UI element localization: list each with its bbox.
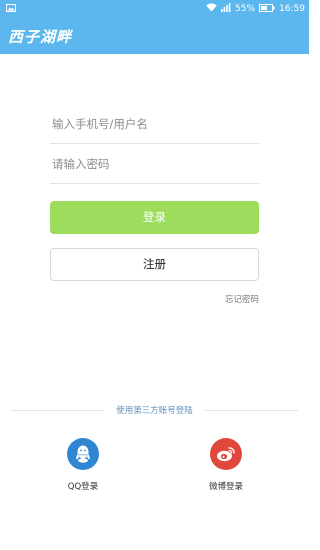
gallery-notification-icon [6, 4, 16, 15]
password-input[interactable] [50, 144, 259, 183]
weibo-login-label: 微博登录 [208, 482, 243, 492]
weibo-login[interactable]: 微博登录 [196, 438, 256, 492]
password-field [50, 144, 259, 184]
login-button[interactable]: 登录 [50, 201, 259, 234]
weibo-icon[interactable] [210, 438, 242, 470]
username-input[interactable] [50, 104, 259, 143]
battery-icon [259, 3, 275, 15]
register-button[interactable]: 注册 [50, 248, 259, 281]
signal-icon [221, 3, 231, 15]
qq-login-label: QQ登录 [67, 482, 99, 492]
forgot-password-link[interactable]: 忘记密码 [225, 293, 259, 305]
battery-percent: 55% [235, 4, 256, 14]
username-field [50, 104, 259, 144]
app-logo: 西子湖畔 [8, 28, 73, 46]
qq-login[interactable]: QQ登录 [53, 438, 113, 492]
clock: 16:59 [279, 4, 305, 14]
status-bar: 55% 16:59 [0, 0, 309, 18]
third-party-divider-text: 使用第三方账号登陆 [116, 406, 193, 416]
qq-icon[interactable] [67, 438, 99, 470]
app-header: 西子湖畔 [0, 18, 309, 54]
wifi-icon [206, 3, 217, 15]
